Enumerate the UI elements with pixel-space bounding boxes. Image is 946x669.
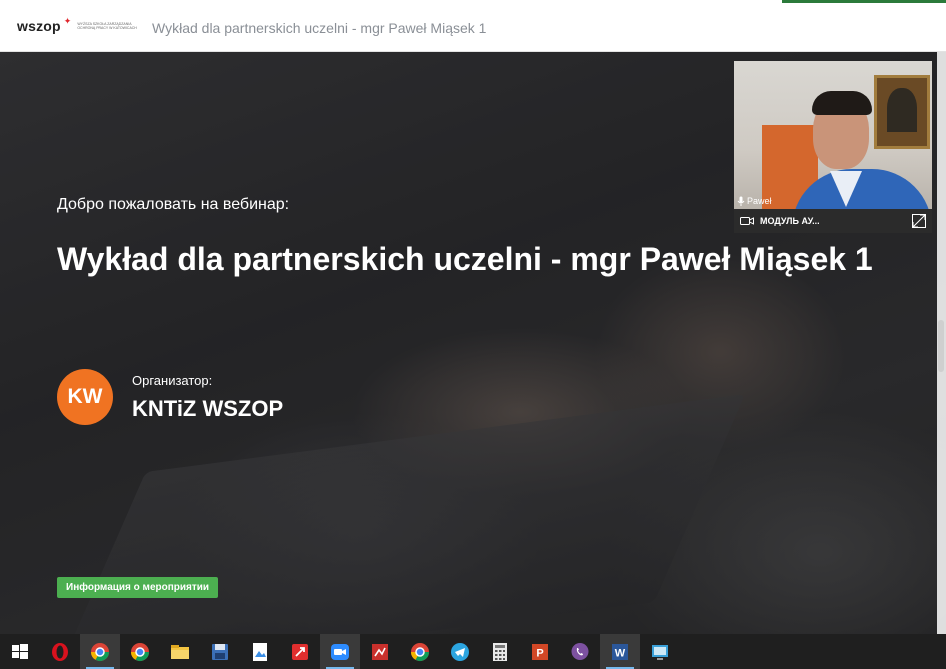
start-button[interactable] (0, 634, 40, 669)
chrome-icon-2 (411, 642, 429, 661)
image-viewer-icon (253, 642, 267, 661)
windows-start-icon (12, 643, 28, 659)
zoom-icon (331, 643, 349, 660)
webinar-title: Wykład dla partnerskich uczelni - mgr Pa… (57, 241, 873, 277)
presentation-icon (372, 643, 388, 660)
logo-star-icon: ✦ (63, 15, 72, 26)
taskbar-image-viewer[interactable] (240, 634, 280, 669)
taskbar-viber[interactable] (560, 634, 600, 669)
logo-subtitle-line-2: OCHRONĄ PRACY W KATOWICACH (77, 26, 137, 30)
chrome-user-icon (91, 642, 109, 661)
organizer-avatar: KW (57, 369, 113, 425)
taskbar-calculator[interactable] (480, 634, 520, 669)
microphone-icon (737, 196, 745, 206)
taskbar-chrome-2[interactable] (400, 634, 440, 669)
calculator-icon (493, 642, 507, 661)
module-label: МОДУЛЬ АУ... (760, 216, 820, 226)
word-icon: W (612, 643, 628, 660)
participant-name: Paweł (747, 196, 772, 206)
wall-painting (874, 75, 930, 149)
wszop-logo[interactable]: wszop ✦ WYŻSZA SZKOŁA ZARZĄDZANIA OCHRON… (17, 15, 137, 35)
header-bar: wszop ✦ WYŻSZA SZKOŁA ZARZĄDZANIA OCHRON… (0, 0, 946, 52)
taskbar-word[interactable]: W (600, 634, 640, 669)
taskbar-chrome[interactable] (120, 634, 160, 669)
opera-icon (52, 642, 68, 661)
top-strip-accent (782, 0, 946, 3)
video-control-bar: МОДУЛЬ АУ... (734, 209, 932, 233)
file-explorer-icon (171, 644, 189, 659)
scrollbar-thumb[interactable] (938, 320, 944, 372)
expand-icon[interactable] (912, 214, 926, 228)
video-feed (734, 61, 932, 233)
participant-name-tag: Paweł (737, 196, 772, 206)
powerpoint-icon: P (532, 643, 548, 660)
top-menu-strip (0, 0, 946, 5)
save-disk-icon (212, 643, 228, 660)
header-title: Wykład dla partnerskich uczelni - mgr Pa… (152, 20, 487, 36)
pdf-reader-icon (292, 643, 308, 660)
taskbar-save-app[interactable] (200, 634, 240, 669)
logo-subtitle: WYŻSZA SZKOŁA ZARZĄDZANIA OCHRONĄ PRACY … (77, 22, 137, 30)
organizer-label: Организатор: (132, 373, 213, 388)
participant-video-tile[interactable]: Paweł МОДУЛЬ АУ... (734, 61, 932, 233)
event-info-button[interactable]: Информация о мероприятии (57, 577, 219, 598)
camera-icon[interactable] (740, 216, 754, 226)
welcome-text: Добро пожаловать на вебинар: (57, 196, 290, 213)
taskbar-file-explorer[interactable] (160, 634, 200, 669)
taskbar-opera[interactable] (40, 634, 80, 669)
chrome-icon (131, 642, 149, 661)
taskbar-telegram[interactable] (440, 634, 480, 669)
logo-text: wszop (17, 18, 61, 34)
presenter-hair (812, 91, 872, 115)
taskbar-presentation[interactable] (360, 634, 400, 669)
taskbar-zoom[interactable] (320, 634, 360, 669)
screen: wszop ✦ WYŻSZA SZKOŁA ZARZĄDZANIA OCHRON… (0, 0, 946, 669)
svg-text:P: P (536, 647, 543, 659)
taskbar-pdf-reader[interactable] (280, 634, 320, 669)
telegram-icon (451, 642, 469, 661)
taskbar-chrome-user[interactable] (80, 634, 120, 669)
viber-icon (571, 642, 589, 660)
svg-text:W: W (615, 647, 626, 659)
organizer-name: KNTiZ WSZOP (132, 396, 284, 421)
remote-desktop-icon (652, 644, 668, 660)
taskbar-remote-desktop[interactable] (640, 634, 680, 669)
organizer-initials: KW (67, 385, 103, 408)
windows-taskbar: P W (0, 634, 946, 669)
taskbar-powerpoint[interactable]: P (520, 634, 560, 669)
